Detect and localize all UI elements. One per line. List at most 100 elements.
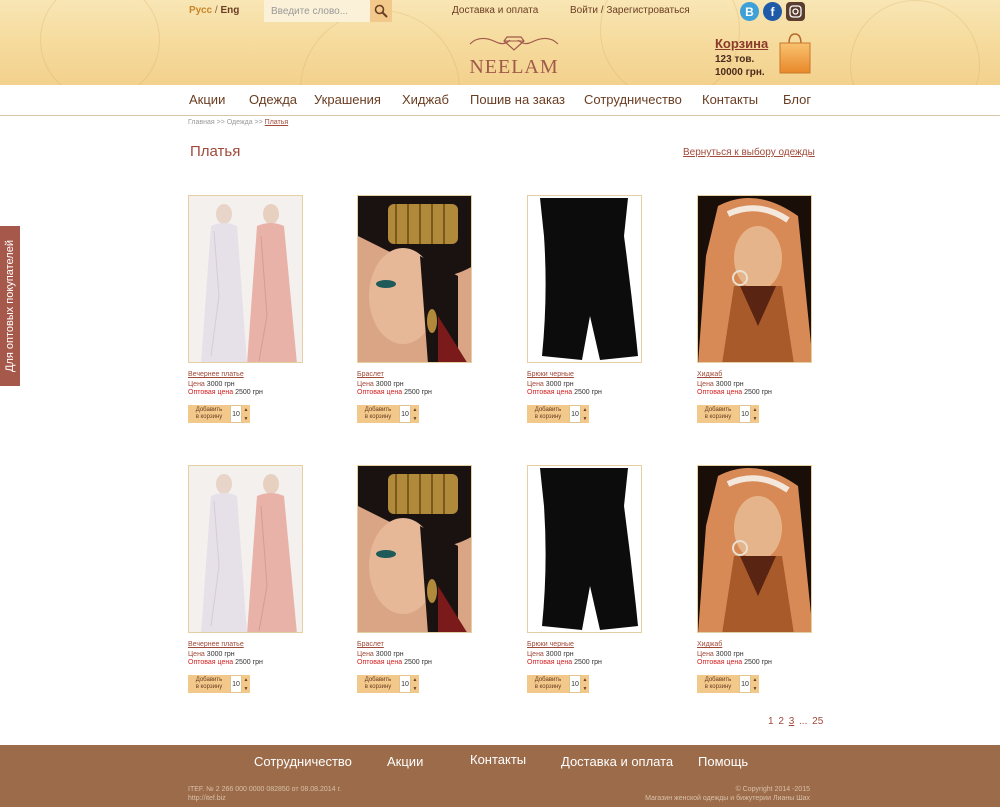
quantity-input[interactable]: 10 xyxy=(399,675,411,693)
footer-link-delivery[interactable]: Доставка и оплата xyxy=(561,754,673,769)
increment-icon[interactable]: ▲ xyxy=(244,677,249,683)
nav-item-hijab[interactable]: Хиджаб xyxy=(402,92,449,107)
page-link[interactable]: 2 xyxy=(778,716,784,727)
decrement-icon[interactable]: ▼ xyxy=(583,416,588,422)
decrement-icon[interactable]: ▼ xyxy=(413,686,418,692)
increment-icon[interactable]: ▲ xyxy=(753,407,758,413)
product-image[interactable] xyxy=(697,465,812,633)
increment-icon[interactable]: ▲ xyxy=(583,407,588,413)
price-value: 3000 грн xyxy=(715,381,744,388)
quantity-stepper[interactable]: ▲ ▼ xyxy=(411,405,419,423)
add-to-cart-button[interactable]: Добавить в корзину xyxy=(527,405,569,423)
product-wholesale-price: Оптовая цена 2500 грн xyxy=(697,389,817,396)
delivery-link[interactable]: Доставка и оплата xyxy=(452,5,538,16)
quantity-input[interactable]: 10 xyxy=(739,675,751,693)
product-name-link[interactable]: Брюки черные xyxy=(527,371,647,378)
price-value: 3000 грн xyxy=(375,651,404,658)
product-image[interactable] xyxy=(357,195,472,363)
decrement-icon[interactable]: ▼ xyxy=(244,416,249,422)
add-to-cart-line1: Добавить xyxy=(534,407,562,413)
page-link[interactable]: 1 xyxy=(768,716,774,727)
search-box xyxy=(264,0,392,22)
add-to-cart-button[interactable]: Добавить в корзину xyxy=(697,675,739,693)
add-to-cart-button[interactable]: Добавить в корзину xyxy=(188,675,230,693)
search-button[interactable] xyxy=(370,0,392,22)
search-input[interactable] xyxy=(264,0,370,22)
add-to-cart-label: Добавить в корзину xyxy=(196,677,223,691)
nav-item-cooperation[interactable]: Сотрудничество xyxy=(584,92,682,107)
quantity-input[interactable]: 10 xyxy=(569,405,581,423)
add-to-cart-button[interactable]: Добавить в корзину xyxy=(357,675,399,693)
product-image[interactable] xyxy=(357,465,472,633)
quantity-stepper[interactable]: ▲ ▼ xyxy=(751,405,759,423)
product-name-link[interactable]: Браслет xyxy=(357,371,477,378)
vk-icon[interactable]: B xyxy=(740,2,759,21)
decrement-icon[interactable]: ▼ xyxy=(753,416,758,422)
login-link[interactable]: Войти / Зарегистроваться xyxy=(570,5,690,16)
quantity-stepper[interactable]: ▲ ▼ xyxy=(581,405,589,423)
lang-ru-link[interactable]: Русс xyxy=(189,5,212,16)
add-to-cart-button[interactable]: Добавить в корзину xyxy=(527,675,569,693)
increment-icon[interactable]: ▲ xyxy=(413,677,418,683)
decrement-icon[interactable]: ▼ xyxy=(753,686,758,692)
product-image[interactable] xyxy=(697,195,812,363)
breadcrumb-section[interactable]: Одежда xyxy=(227,119,253,126)
back-to-clothing-link[interactable]: Вернуться к выбору одежды xyxy=(683,147,815,158)
quantity-stepper[interactable]: ▲ ▼ xyxy=(242,405,250,423)
cart-title[interactable]: Корзина xyxy=(715,36,768,51)
increment-icon[interactable]: ▲ xyxy=(583,677,588,683)
nav-item-contacts[interactable]: Контакты xyxy=(702,92,758,107)
decrement-icon[interactable]: ▼ xyxy=(244,686,249,692)
hijab-image xyxy=(698,196,811,362)
product-image[interactable] xyxy=(527,465,642,633)
shopping-bag-icon[interactable] xyxy=(779,32,811,74)
add-to-cart-button[interactable]: Добавить в корзину xyxy=(697,405,739,423)
quantity-input[interactable]: 10 xyxy=(569,675,581,693)
wholesale-buyers-tab[interactable]: Для оптовых покупателей xyxy=(0,226,20,386)
decrement-icon[interactable]: ▼ xyxy=(413,416,418,422)
breadcrumb-current[interactable]: Платья xyxy=(265,119,289,126)
product-image[interactable] xyxy=(527,195,642,363)
quantity-input[interactable]: 10 xyxy=(230,405,242,423)
product-name-link[interactable]: Хиджаб xyxy=(697,371,817,378)
quantity-stepper[interactable]: ▲ ▼ xyxy=(751,675,759,693)
increment-icon[interactable]: ▲ xyxy=(413,407,418,413)
nav-item-sales[interactable]: Акции xyxy=(189,92,225,107)
quantity-stepper[interactable]: ▲ ▼ xyxy=(581,675,589,693)
product-name-link[interactable]: Вечернее платье xyxy=(188,641,308,648)
quantity-stepper[interactable]: ▲ ▼ xyxy=(411,675,419,693)
footer-link-cooperation[interactable]: Сотрудничество xyxy=(254,754,352,769)
quantity-input[interactable]: 10 xyxy=(739,405,751,423)
increment-icon[interactable]: ▲ xyxy=(244,407,249,413)
product-name-link[interactable]: Хиджаб xyxy=(697,641,817,648)
logo[interactable]: NEELAM xyxy=(466,32,562,77)
product-image[interactable] xyxy=(188,195,303,363)
cart-summary[interactable]: Корзина 123 тов. 10000 грн. xyxy=(715,36,768,79)
quantity-input[interactable]: 10 xyxy=(230,675,242,693)
product-name-link[interactable]: Вечернее платье xyxy=(188,371,308,378)
footer-link-contacts[interactable]: Контакты xyxy=(470,752,526,767)
footer-itef-link[interactable]: http://itef.biz xyxy=(188,794,341,803)
lang-en-link[interactable]: Eng xyxy=(220,5,239,16)
instagram-icon[interactable] xyxy=(786,2,805,21)
nav-item-jewelry[interactable]: Украшения xyxy=(314,92,381,107)
add-to-cart-button[interactable]: Добавить в корзину xyxy=(357,405,399,423)
nav-item-tailoring[interactable]: Пошив на заказ xyxy=(470,92,565,107)
product-name-link[interactable]: Брюки черные xyxy=(527,641,647,648)
quantity-input[interactable]: 10 xyxy=(399,405,411,423)
footer-link-help[interactable]: Помощь xyxy=(698,754,748,769)
quantity-stepper[interactable]: ▲ ▼ xyxy=(242,675,250,693)
breadcrumb-home[interactable]: Главная xyxy=(188,119,215,126)
nav-item-clothing[interactable]: Одежда xyxy=(249,92,297,107)
page-link-current[interactable]: 3 xyxy=(789,716,795,727)
product-name-link[interactable]: Браслет xyxy=(357,641,477,648)
add-to-cart-button[interactable]: Добавить в корзину xyxy=(188,405,230,423)
increment-icon[interactable]: ▲ xyxy=(753,677,758,683)
facebook-icon[interactable]: f xyxy=(763,2,782,21)
product-image[interactable] xyxy=(188,465,303,633)
decrement-icon[interactable]: ▼ xyxy=(583,686,588,692)
add-to-cart-line2: в корзину xyxy=(195,684,223,690)
footer-link-sales[interactable]: Акции xyxy=(387,754,423,769)
page-link-last[interactable]: 25 xyxy=(812,716,823,727)
nav-item-blog[interactable]: Блог xyxy=(783,92,811,107)
